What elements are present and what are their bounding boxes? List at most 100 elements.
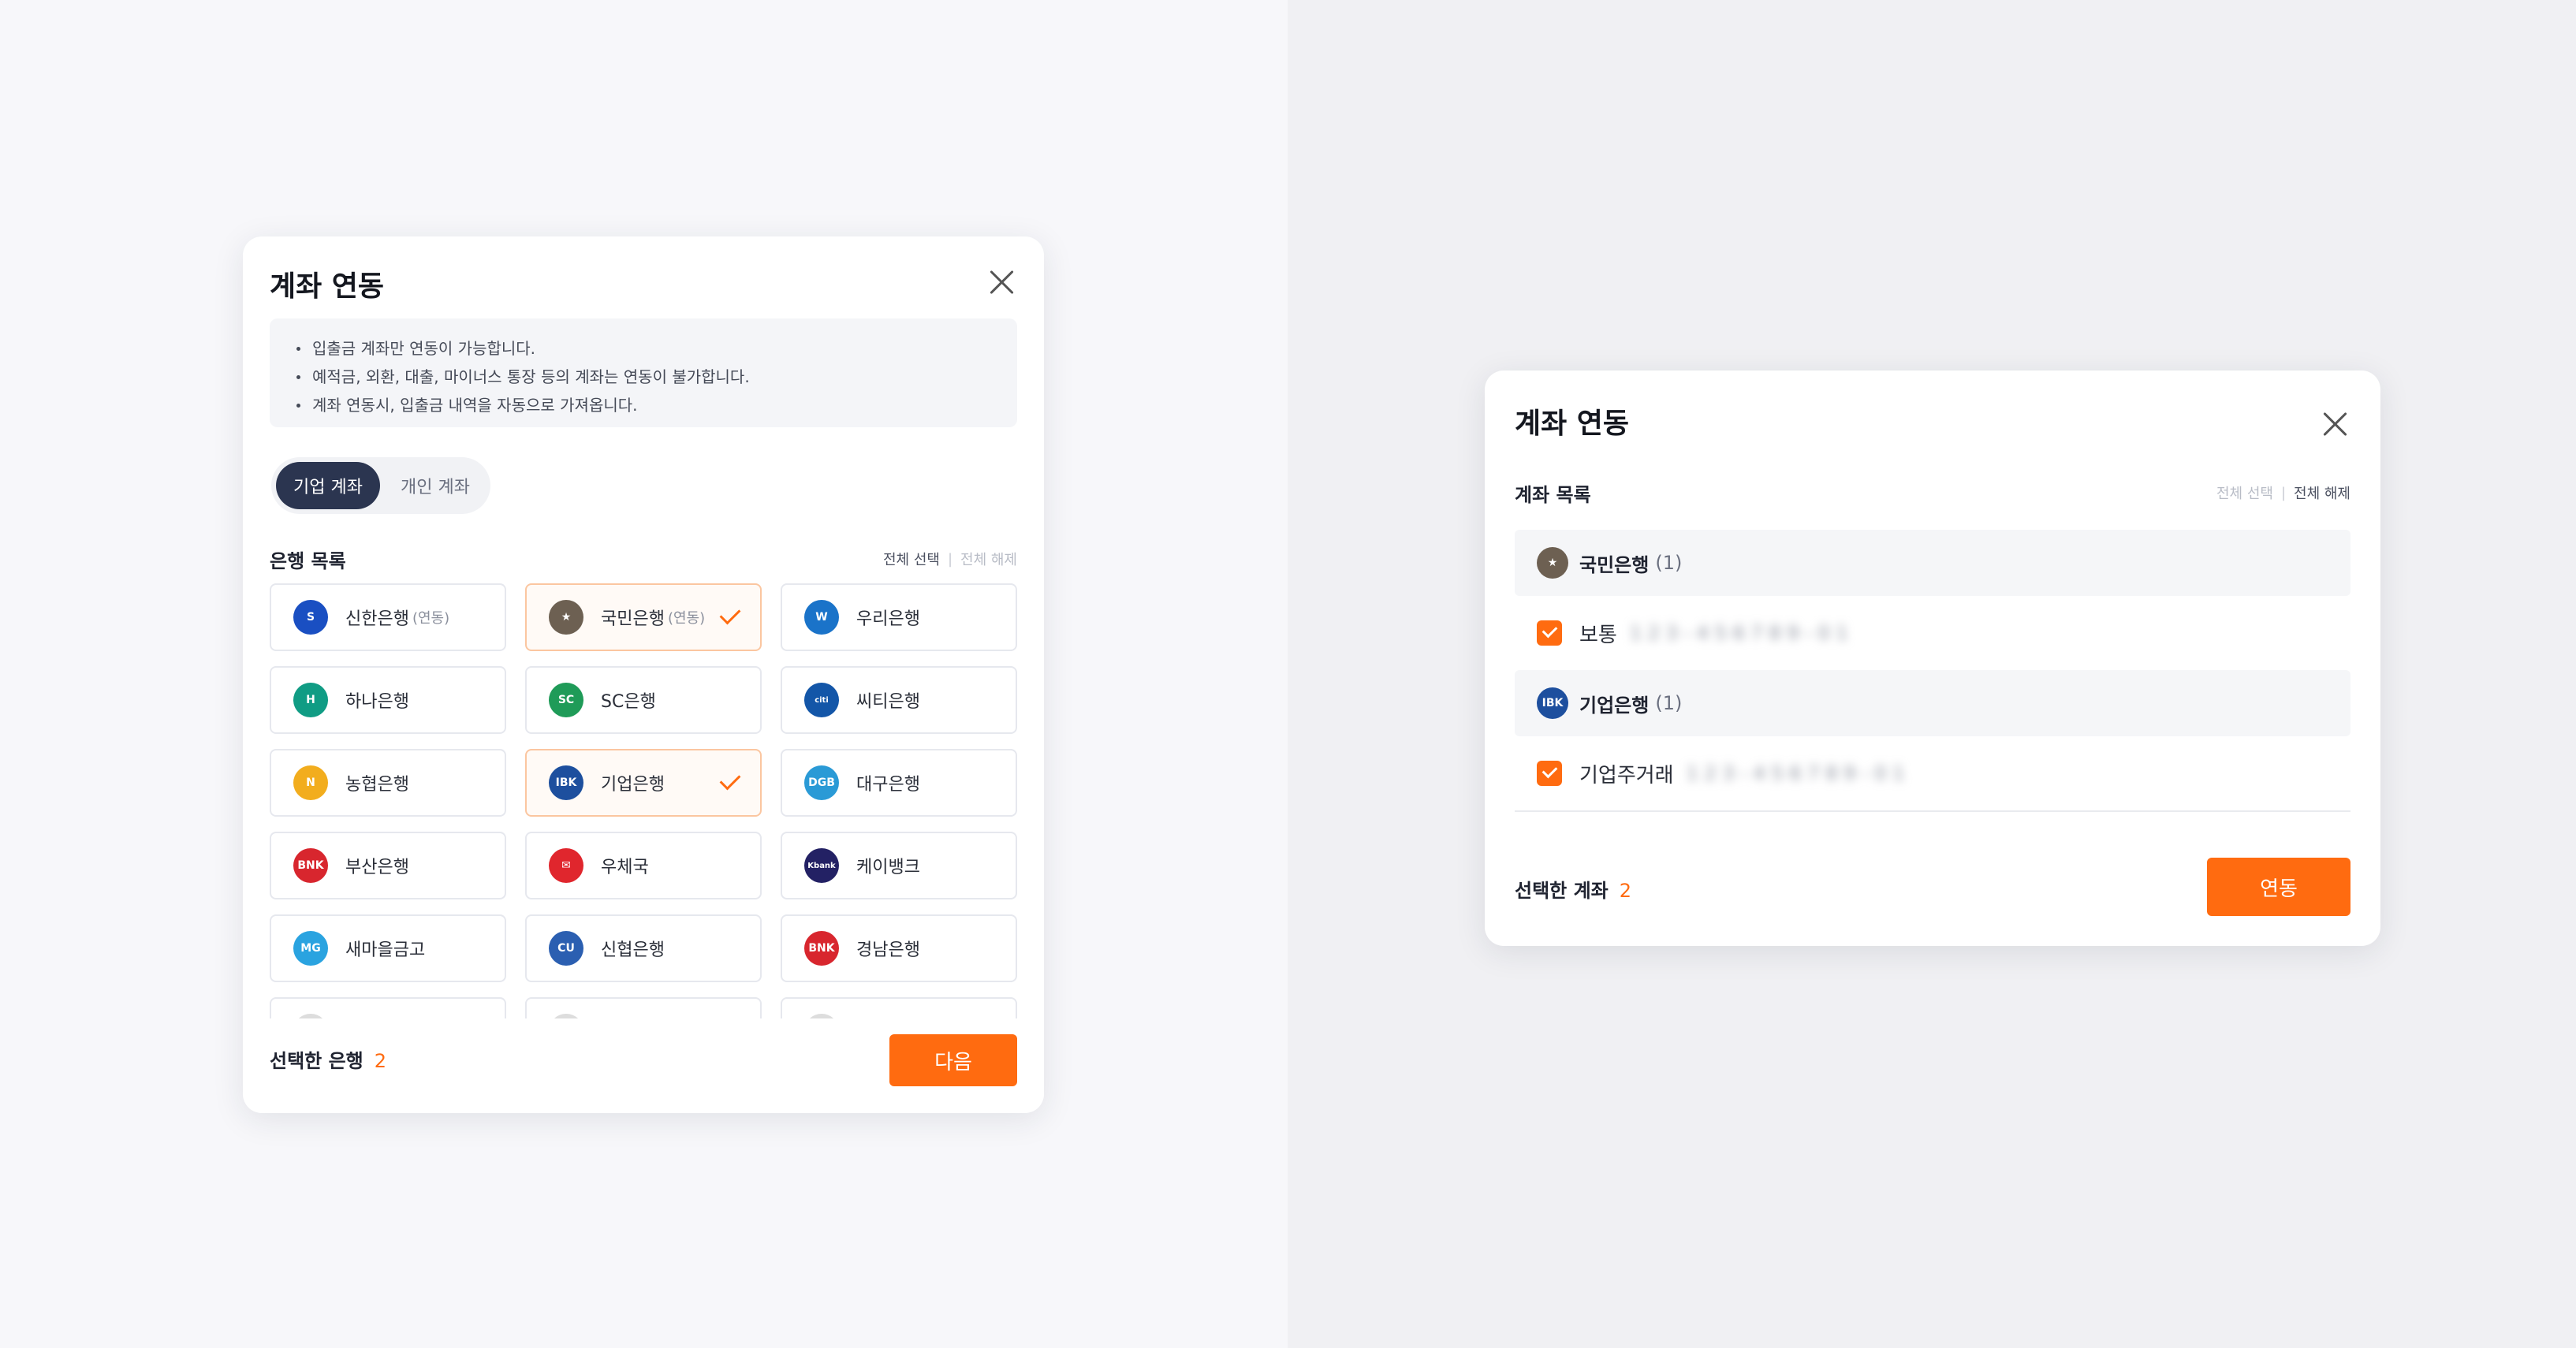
link-button[interactable]: 연동 xyxy=(2207,858,2350,916)
deselect-all-link[interactable]: 전체 해제 xyxy=(960,549,1017,569)
bank-logo-icon: CU xyxy=(549,931,583,966)
bank-name: 케이뱅크 xyxy=(856,858,920,877)
account-checkbox[interactable] xyxy=(1537,620,1562,646)
bank-linked-tag: (연동) xyxy=(412,610,450,627)
selected-account-label: 선택한 계좌 xyxy=(1515,880,1609,902)
select-links: 전체 선택 | 전체 해제 xyxy=(883,549,1017,569)
bank-logo-icon xyxy=(804,1014,839,1018)
bank-card[interactable] xyxy=(781,997,1017,1018)
bank-logo-icon: ✉ xyxy=(549,848,583,883)
notice-line: 입출금 계좌만 연동이 가능합니다. xyxy=(293,334,993,363)
account-type-tabs: 기업 계좌 개인 계좌 xyxy=(271,457,490,514)
bank-card[interactable]: SC SC은행 xyxy=(525,666,762,734)
bank-grid: S 신한은행 (연동) ★ 국민은행 (연동) W 우리은행 H 하나은행 SC SC은행 citi 씨티… xyxy=(270,583,1019,1018)
bank-logo-icon: BNK xyxy=(293,848,328,883)
next-button[interactable]: 다음 xyxy=(889,1034,1017,1086)
bank-list-title: 은행 목록 xyxy=(270,550,346,572)
account-row[interactable]: 보통 1 2 3 - 4 5 6 7 8 9 - 0 1 xyxy=(1515,598,2350,668)
bank-card[interactable]: W 우리은행 xyxy=(781,583,1017,651)
bank-logo-icon: ★ xyxy=(549,600,583,635)
bank-card[interactable]: CU 신협은행 xyxy=(525,914,762,982)
close-icon[interactable] xyxy=(2319,408,2350,440)
bank-name: 기업은행 xyxy=(601,775,665,795)
select-all-link[interactable]: 전체 선택 xyxy=(2216,482,2273,503)
bank-card[interactable] xyxy=(525,997,762,1018)
select-all-link[interactable]: 전체 선택 xyxy=(883,549,940,569)
check-icon xyxy=(719,603,741,625)
bank-name: 새마을금고 xyxy=(345,940,426,960)
notice-line: 계좌 연동시, 입출금 내역을 자동으로 가져옵니다. xyxy=(293,391,993,419)
bank-logo-icon: SC xyxy=(549,683,583,717)
tab-personal-account[interactable]: 개인 계좌 xyxy=(385,462,486,509)
bank-card[interactable]: S 신한은행 (연동) xyxy=(270,583,506,651)
bank-card[interactable]: N 농협은행 xyxy=(270,749,506,817)
account-number-masked: 1 2 3 - 4 5 6 7 8 9 - 0 1 xyxy=(1686,762,1905,784)
account-list-title: 계좌 목록 xyxy=(1515,484,1591,506)
bank-group-count: (1) xyxy=(1655,692,1683,714)
bank-card[interactable] xyxy=(270,997,506,1018)
bank-card[interactable]: MG 새마을금고 xyxy=(270,914,506,982)
bank-logo-icon: ★ xyxy=(1537,547,1568,579)
account-checkbox[interactable] xyxy=(1537,761,1562,786)
bank-logo-icon: IBK xyxy=(549,765,583,800)
bank-name: 우체국 xyxy=(601,858,649,877)
bank-name: 신협은행 xyxy=(601,940,665,960)
bank-logo-icon xyxy=(549,1014,583,1018)
account-number-masked: 1 2 3 - 4 5 6 7 8 9 - 0 1 xyxy=(1629,622,1848,644)
bank-card[interactable]: BNK 경남은행 xyxy=(781,914,1017,982)
bank-logo-icon: DGB xyxy=(804,765,839,800)
deselect-all-link[interactable]: 전체 해제 xyxy=(2294,482,2350,503)
bank-name: 우리은행 xyxy=(856,609,920,629)
selected-account-summary: 선택한 계좌 2 xyxy=(1515,875,1631,903)
bank-card[interactable]: DGB 대구은행 xyxy=(781,749,1017,817)
left-panel-background: 계좌 연동 입출금 계좌만 연동이 가능합니다. 예적금, 외환, 대출, 마이… xyxy=(0,0,1288,1348)
bank-group-name: 국민은행 xyxy=(1579,553,1650,576)
bank-select-modal: 계좌 연동 입출금 계좌만 연동이 가능합니다. 예적금, 외환, 대출, 마이… xyxy=(243,236,1044,1113)
close-icon[interactable] xyxy=(986,266,1017,298)
modal-title: 계좌 연동 xyxy=(1515,408,1630,440)
account-type: 기업주거래 xyxy=(1579,763,1674,788)
bank-logo-icon: IBK xyxy=(1537,687,1568,719)
bank-logo-icon: W xyxy=(804,600,839,635)
check-icon xyxy=(719,769,741,791)
bank-card[interactable]: IBK 기업은행 xyxy=(525,749,762,817)
bank-group-count: (1) xyxy=(1655,552,1683,574)
bank-name: 국민은행 xyxy=(601,609,665,629)
bank-card[interactable]: H 하나은행 xyxy=(270,666,506,734)
bank-logo-icon: S xyxy=(293,600,328,635)
bank-logo-icon: citi xyxy=(804,683,839,717)
bank-card[interactable]: citi 씨티은행 xyxy=(781,666,1017,734)
tab-corporate-account[interactable]: 기업 계좌 xyxy=(276,462,380,509)
bank-logo-icon: H xyxy=(293,683,328,717)
bank-logo-icon: Kbank xyxy=(804,848,839,883)
bank-card[interactable]: ★ 국민은행 (연동) xyxy=(525,583,762,651)
select-links: 전체 선택 | 전체 해제 xyxy=(2216,482,2350,503)
bank-logo-icon xyxy=(293,1014,328,1018)
notice-box: 입출금 계좌만 연동이 가능합니다. 예적금, 외환, 대출, 마이너스 통장 … xyxy=(270,318,1017,427)
selected-bank-summary: 선택한 은행 2 xyxy=(270,1045,386,1073)
bank-name: 신한은행 xyxy=(345,609,409,629)
separator: | xyxy=(947,550,953,568)
bank-card[interactable]: Kbank 케이뱅크 xyxy=(781,832,1017,899)
notice-line: 예적금, 외환, 대출, 마이너스 통장 등의 계좌는 연동이 불가합니다. xyxy=(293,363,993,391)
divider xyxy=(1515,810,2350,812)
account-type: 보통 xyxy=(1579,623,1617,647)
bank-card[interactable]: BNK 부산은행 xyxy=(270,832,506,899)
bank-card[interactable]: ✉ 우체국 xyxy=(525,832,762,899)
selected-bank-count: 2 xyxy=(374,1050,387,1072)
modal-title: 계좌 연동 xyxy=(270,270,385,303)
bank-name: 농협은행 xyxy=(345,775,409,795)
selected-account-count: 2 xyxy=(1619,880,1632,902)
bank-group-name: 기업은행 xyxy=(1579,694,1650,717)
bank-name: 경남은행 xyxy=(856,940,920,960)
bank-logo-icon: MG xyxy=(293,931,328,966)
account-row[interactable]: 기업주거래 1 2 3 - 4 5 6 7 8 9 - 0 1 xyxy=(1515,738,2350,809)
selected-bank-label: 선택한 은행 xyxy=(270,1050,363,1072)
bank-group-header: ★ 국민은행 (1) xyxy=(1515,530,2350,596)
bank-logo-icon: N xyxy=(293,765,328,800)
bank-name: SC은행 xyxy=(601,692,656,712)
bank-name: 부산은행 xyxy=(345,858,409,877)
bank-logo-icon: BNK xyxy=(804,931,839,966)
bank-name: 씨티은행 xyxy=(856,692,920,712)
account-select-modal: 계좌 연동 계좌 목록 전체 선택 | 전체 해제 ★ 국민은행 (1) 보통 1 2 … xyxy=(1485,371,2380,946)
